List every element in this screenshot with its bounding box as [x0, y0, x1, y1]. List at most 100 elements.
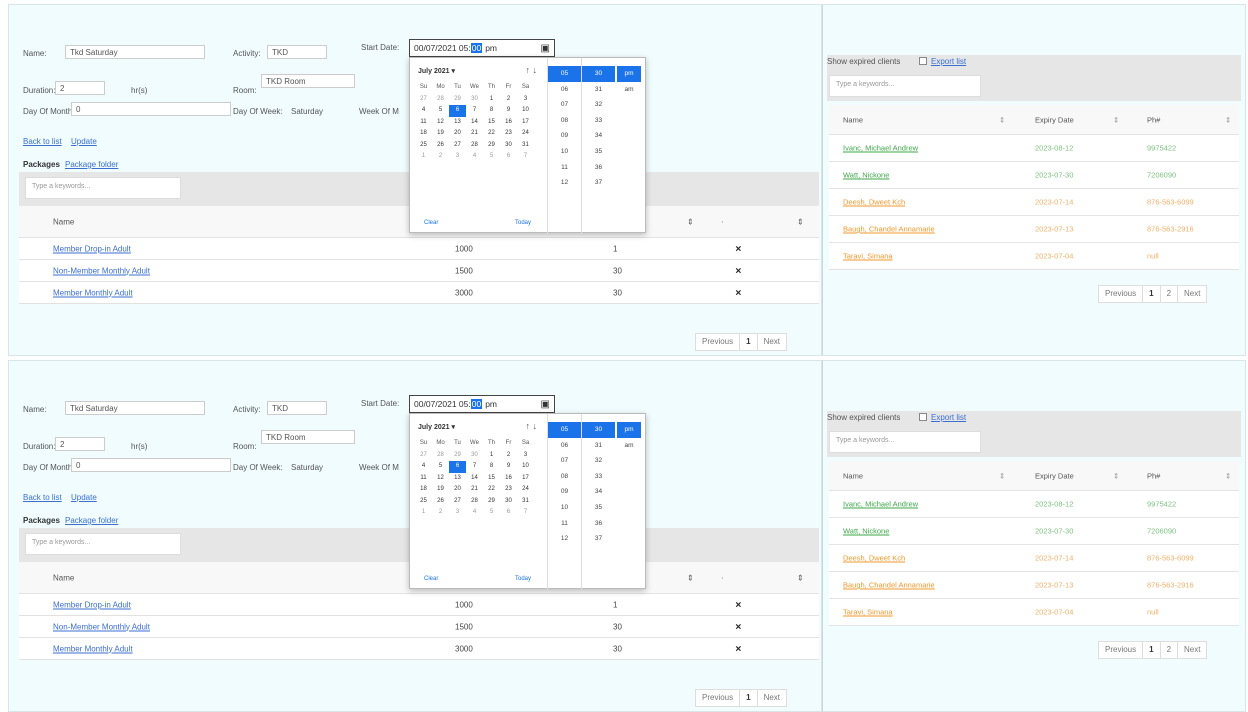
calendar-day[interactable]: 6: [500, 151, 517, 163]
clear-button[interactable]: Clear: [424, 220, 438, 226]
page-2-button[interactable]: 2: [1161, 642, 1179, 658]
hour-option[interactable]: 05: [548, 422, 581, 438]
calendar-day[interactable]: 27: [415, 450, 432, 462]
next-page-button[interactable]: Next: [1178, 286, 1206, 302]
calendar-day[interactable]: 4: [466, 151, 483, 163]
minute-option[interactable]: 35: [582, 500, 615, 516]
col-phone-header[interactable]: Ph#: [1147, 115, 1160, 124]
sort-icon[interactable]: ⇕: [687, 217, 694, 226]
calendar-day[interactable]: 17: [517, 473, 534, 485]
col-phone-header[interactable]: Ph#: [1147, 471, 1160, 480]
calendar-day[interactable]: 29: [483, 140, 500, 152]
calendar-day[interactable]: 30: [466, 450, 483, 462]
calendar-day[interactable]: 4: [415, 105, 432, 117]
calendar-day[interactable]: 1: [415, 507, 432, 519]
page-2-button[interactable]: 2: [1161, 286, 1179, 302]
calendar-day[interactable]: 9: [500, 461, 517, 473]
hour-option[interactable]: 08: [548, 113, 581, 129]
sort-icon[interactable]: ⇕: [1113, 471, 1119, 480]
calendar-day[interactable]: 12: [432, 117, 449, 129]
month-selector[interactable]: July 2021 ▾: [418, 423, 455, 431]
export-list-link[interactable]: Export list: [931, 413, 966, 422]
calendar-day[interactable]: 5: [483, 507, 500, 519]
package-folder-link[interactable]: Package folder: [65, 516, 118, 525]
calendar-day[interactable]: 23: [500, 484, 517, 496]
calendar-day[interactable]: 20: [449, 128, 466, 140]
calendar-day[interactable]: 28: [432, 450, 449, 462]
calendar-day[interactable]: 8: [483, 461, 500, 473]
minute-option[interactable]: 37: [582, 175, 615, 191]
calendar-day[interactable]: 30: [500, 496, 517, 508]
hour-option[interactable]: 11: [548, 160, 581, 176]
hour-option[interactable]: 11: [548, 516, 581, 532]
calendar-day[interactable]: 7: [517, 151, 534, 163]
name-input[interactable]: Tkd Saturday: [65, 401, 205, 415]
minute-option[interactable]: 33: [582, 469, 615, 485]
hour-option[interactable]: 12: [548, 175, 581, 191]
start-date-selected-segment[interactable]: 00: [470, 43, 483, 53]
calendar-day[interactable]: 7: [517, 507, 534, 519]
client-name-link[interactable]: Ivanc, Michael Andrew: [843, 144, 918, 153]
duration-input[interactable]: 2: [55, 81, 105, 95]
clear-button[interactable]: Clear: [424, 576, 438, 582]
calendar-day[interactable]: 16: [500, 473, 517, 485]
today-button[interactable]: Today: [515, 220, 531, 226]
sort-icon[interactable]: ⇕: [797, 217, 804, 226]
page-1-button[interactable]: 1: [740, 690, 758, 706]
duration-input[interactable]: 2: [55, 437, 105, 451]
page-1-button[interactable]: 1: [1143, 642, 1161, 658]
clients-search-input[interactable]: Type a keywords...: [829, 75, 981, 97]
minute-option[interactable]: 37: [582, 531, 615, 547]
hour-option[interactable]: 12: [548, 531, 581, 547]
sort-icon[interactable]: ⇕: [797, 573, 804, 582]
calendar-day[interactable]: 30: [500, 140, 517, 152]
col-name-header[interactable]: Name: [843, 471, 863, 480]
package-name-link[interactable]: Member Monthly Adult: [53, 644, 133, 653]
client-name-link[interactable]: Taravi, Simana: [843, 252, 893, 261]
sort-icon[interactable]: ⇕: [687, 573, 694, 582]
sort-icon[interactable]: ⇕: [1225, 471, 1231, 480]
calendar-day[interactable]: 3: [449, 507, 466, 519]
hour-option[interactable]: 05: [548, 66, 581, 82]
update-link[interactable]: Update: [71, 493, 97, 502]
calendar-day[interactable]: 23: [500, 128, 517, 140]
client-name-link[interactable]: Watt, Nickone: [843, 171, 889, 180]
calendar-day[interactable]: 3: [517, 94, 534, 106]
calendar-day[interactable]: 7: [466, 105, 483, 117]
calendar-day[interactable]: 5: [483, 151, 500, 163]
calendar-day[interactable]: 13: [449, 473, 466, 485]
calendar-day[interactable]: 14: [466, 473, 483, 485]
page-1-button[interactable]: 1: [1143, 286, 1161, 302]
minute-option[interactable]: 36: [582, 160, 615, 176]
client-name-link[interactable]: Ivanc, Michael Andrew: [843, 500, 918, 509]
col-expiry-header[interactable]: Expiry Date: [1035, 471, 1074, 480]
package-folder-link[interactable]: Package folder: [65, 160, 118, 169]
calendar-day[interactable]: 22: [483, 128, 500, 140]
minute-option[interactable]: 35: [582, 144, 615, 160]
calendar-day[interactable]: 21: [466, 128, 483, 140]
start-date-selected-segment[interactable]: 00: [470, 399, 483, 409]
prev-month-icon[interactable]: ↑: [525, 421, 530, 431]
month-selector[interactable]: July 2021 ▾: [418, 67, 455, 75]
calendar-day[interactable]: 12: [432, 473, 449, 485]
client-name-link[interactable]: Deesh, Dweet Kch: [843, 198, 905, 207]
page-1-button[interactable]: 1: [740, 334, 758, 350]
hour-option[interactable]: 09: [548, 484, 581, 500]
calendar-day[interactable]: 26: [432, 496, 449, 508]
calendar-day[interactable]: 18: [415, 128, 432, 140]
next-month-icon[interactable]: ↓: [533, 65, 538, 75]
calendar-day[interactable]: 29: [483, 496, 500, 508]
package-name-link[interactable]: Non-Member Monthly Adult: [53, 622, 150, 631]
calendar-day[interactable]: 24: [517, 484, 534, 496]
activity-input[interactable]: TKD: [267, 401, 327, 415]
client-name-link[interactable]: Baugh, Chandel Annamarie: [843, 581, 935, 590]
calendar-day[interactable]: 19: [432, 128, 449, 140]
calendar-icon[interactable]: ▣: [541, 399, 550, 410]
calendar-day[interactable]: 8: [483, 105, 500, 117]
room-input[interactable]: TKD Room: [261, 74, 355, 88]
today-button[interactable]: Today: [515, 576, 531, 582]
back-to-list-link[interactable]: Back to list: [23, 137, 62, 146]
next-month-icon[interactable]: ↓: [533, 421, 538, 431]
calendar-day[interactable]: 13: [449, 117, 466, 129]
package-name-link[interactable]: Member Drop-in Adult: [53, 600, 131, 609]
